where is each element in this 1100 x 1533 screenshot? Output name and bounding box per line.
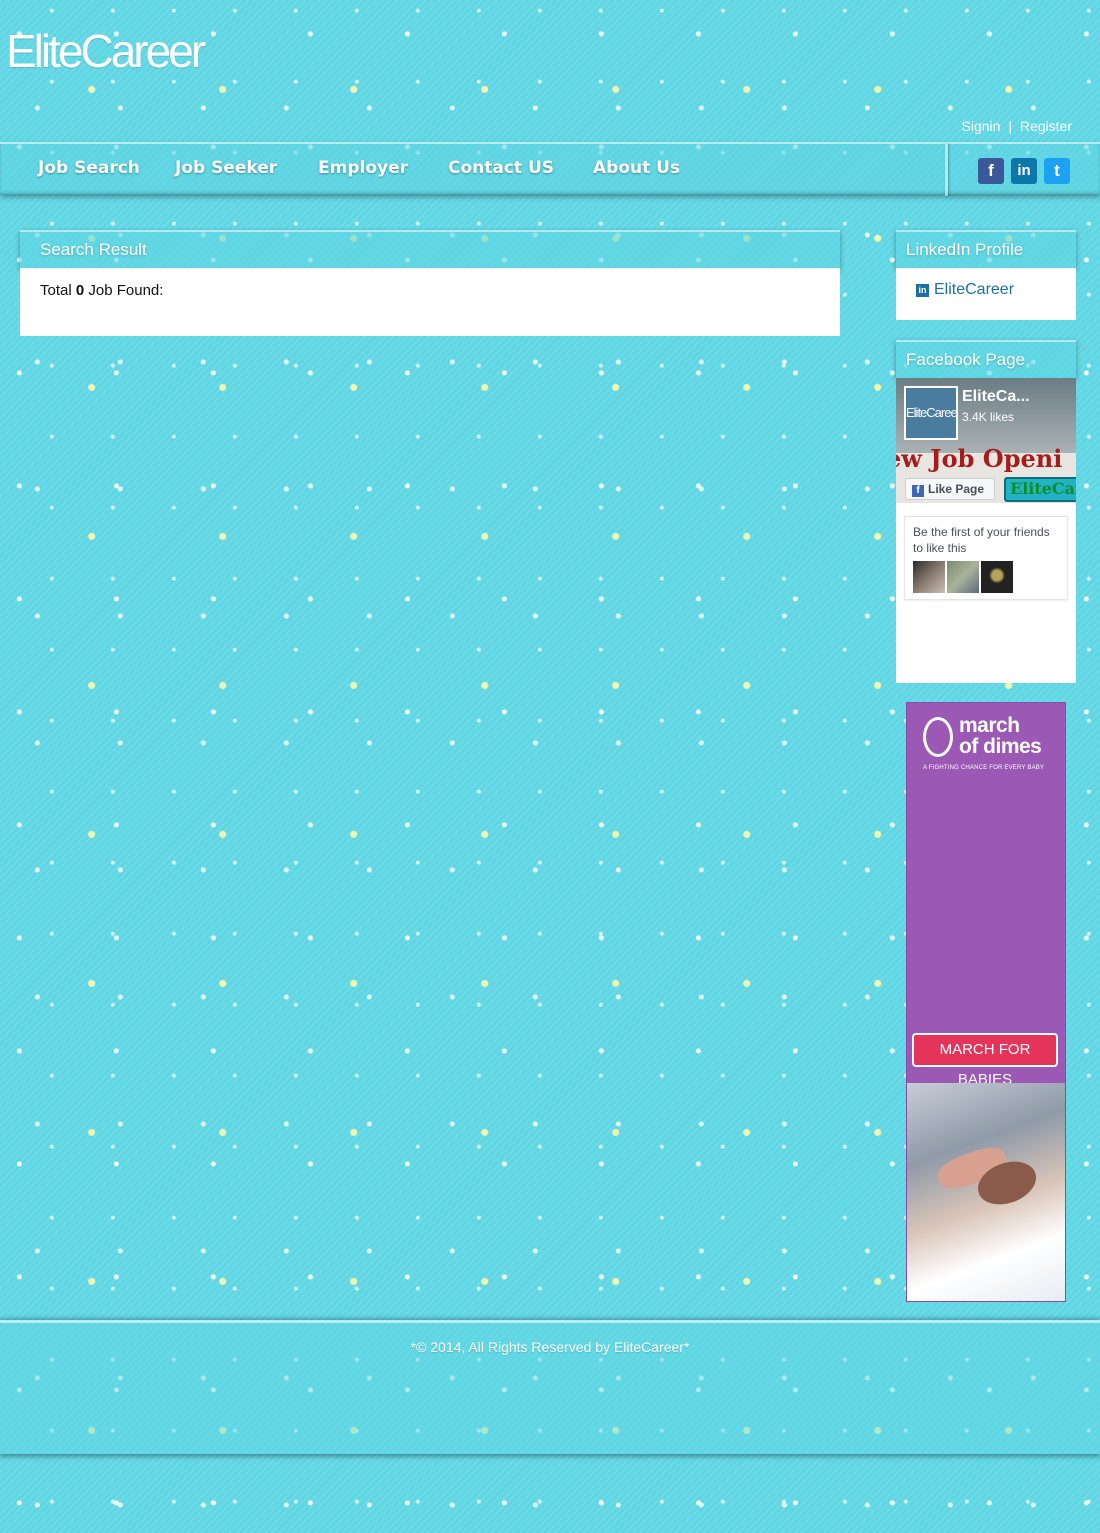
auth-separator: | — [1008, 118, 1012, 134]
facebook-panel: Facebook Page — [896, 340, 1076, 378]
facebook-page-name[interactable]: EliteCa... — [962, 388, 1030, 406]
ad-brand-line2: of dimes — [959, 735, 1042, 758]
friend-thumbnail[interactable] — [947, 561, 979, 593]
march-of-dimes-logo: march of dimes — [923, 714, 1042, 758]
twitter-icon[interactable]: t — [1044, 158, 1070, 184]
register-link[interactable]: Register — [1020, 118, 1072, 134]
linkedin-panel-body: in EliteCareer — [896, 268, 1076, 320]
copyright-text: *© 2014, All Rights Reserved by EliteCar… — [410, 1339, 690, 1355]
search-result-panel: Search Result Total 0 Job Found: — [20, 230, 840, 336]
ad-tagline: A FIGHTING CHANCE FOR EVERY BABY — [923, 765, 1045, 771]
nav-contact-us[interactable]: Contact US — [448, 158, 554, 178]
signin-link[interactable]: Signin — [962, 118, 1001, 134]
search-result-body: Total 0 Job Found: — [20, 268, 840, 336]
nav-about-us[interactable]: About Us — [593, 158, 680, 178]
total-suffix: Job Found: — [88, 282, 164, 299]
facebook-page-widget: EliteCareer EliteCa... 3.4K likes ew Job… — [896, 378, 1076, 683]
facebook-small-icon: f — [912, 485, 924, 497]
ad-baby-photo — [907, 1083, 1065, 1301]
facebook-likes-count: 3.4K likes — [962, 410, 1015, 424]
friend-thumbnail[interactable] — [913, 561, 945, 593]
facebook-friends-text: Be the first of your friends to like thi… — [913, 525, 1050, 555]
ad-brand-line1: march — [959, 714, 1020, 737]
friend-thumbnail[interactable] — [981, 561, 1013, 593]
facebook-page-avatar[interactable]: EliteCareer — [904, 386, 958, 440]
facebook-friends-box: Be the first of your friends to like thi… — [904, 516, 1068, 600]
facebook-cover-tag: EliteCar — [1004, 477, 1076, 502]
search-result-title: Search Result — [20, 230, 840, 268]
linkedin-icon[interactable]: in — [1011, 158, 1037, 184]
linkedin-profile-link[interactable]: EliteCareer — [934, 281, 1014, 298]
facebook-icon[interactable]: f — [978, 158, 1004, 184]
nav-job-seeker[interactable]: Job Seeker — [175, 158, 277, 178]
linkedin-small-icon: in — [916, 284, 929, 297]
site-footer: *© 2014, All Rights Reserved by EliteCar… — [0, 1320, 1100, 1454]
mother-baby-icon — [923, 717, 953, 757]
nav-job-search[interactable]: Job Search — [38, 158, 140, 178]
auth-links: Signin | Register — [962, 118, 1072, 134]
linkedin-panel: LinkedIn Profile in EliteCareer — [896, 230, 1076, 320]
facebook-panel-title: Facebook Page — [896, 340, 1076, 378]
march-of-dimes-ad[interactable]: march of dimes A FIGHTING CHANCE FOR EVE… — [906, 702, 1066, 1302]
main-navbar: Job Search Job Seeker Employer Contact U… — [0, 142, 1100, 196]
nav-employer[interactable]: Employer — [318, 158, 408, 178]
like-page-label: Like Page — [928, 482, 985, 496]
total-prefix: Total — [40, 282, 72, 299]
site-logo[interactable]: EliteCareer — [6, 24, 206, 78]
facebook-like-page-button[interactable]: f Like Page — [905, 478, 995, 500]
job-count: 0 — [75, 282, 85, 299]
march-for-babies-button[interactable]: MARCH FOR BABIES — [912, 1033, 1058, 1088]
nav-divider — [945, 144, 948, 196]
facebook-cover-banner-text: ew Job Openi — [896, 444, 1063, 473]
linkedin-panel-title: LinkedIn Profile — [896, 230, 1076, 268]
